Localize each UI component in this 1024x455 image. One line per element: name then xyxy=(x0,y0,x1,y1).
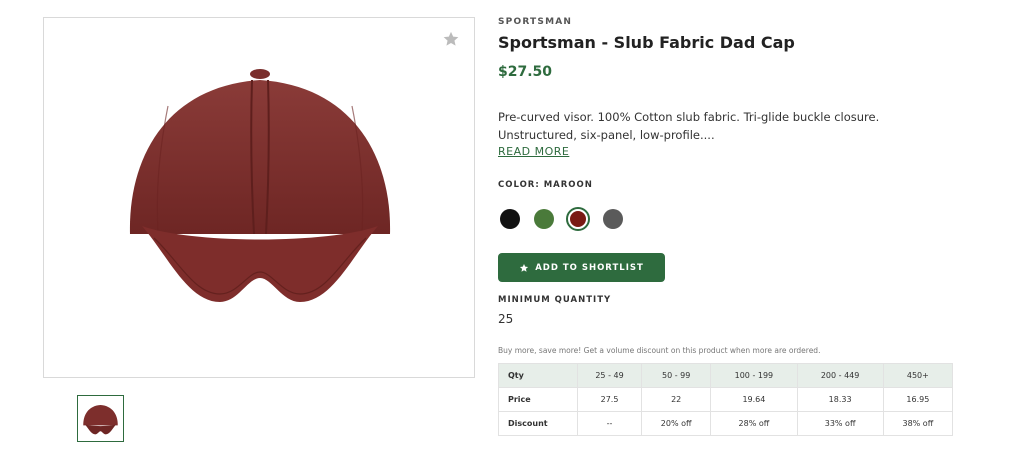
product-image-frame xyxy=(43,17,475,378)
color-label: COLOR: MAROON xyxy=(498,180,593,190)
star-icon xyxy=(520,263,529,272)
table-row: Price 27.5 22 19.64 18.33 16.95 xyxy=(498,387,954,412)
volume-discount-note: Buy more, save more! Get a volume discou… xyxy=(498,346,821,355)
color-swatches xyxy=(498,207,638,231)
minimum-quantity-label: MINIMUM QUANTITY xyxy=(498,295,612,305)
table-cell: 20% off xyxy=(641,411,712,436)
table-row-label: Discount xyxy=(498,411,578,436)
table-cell: -- xyxy=(576,411,643,436)
product-price: $27.50 xyxy=(498,64,553,80)
table-row-label: Price xyxy=(498,387,578,412)
table-row: Discount -- 20% off 28% off 33% off 38% … xyxy=(498,411,954,436)
table-cell: 19.64 xyxy=(710,387,798,412)
table-header-cell: Qty xyxy=(498,363,578,388)
table-header-cell: 450+ xyxy=(882,363,954,388)
table-header-row: Qty 25 - 49 50 - 99 100 - 199 200 - 449 … xyxy=(498,363,954,388)
shortlist-button-label: ADD TO SHORTLIST xyxy=(535,262,644,273)
product-title: Sportsman - Slub Fabric Dad Cap xyxy=(498,33,795,52)
add-to-shortlist-button[interactable]: ADD TO SHORTLIST xyxy=(498,253,665,282)
table-cell: 38% off xyxy=(882,411,954,436)
read-more-link[interactable]: READ MORE xyxy=(498,145,569,158)
brand-name: SPORTSMAN xyxy=(498,17,573,27)
product-description: Pre-curved visor. 100% Cotton slub fabri… xyxy=(498,110,880,142)
table-header-cell: 50 - 99 xyxy=(641,363,712,388)
table-header-cell: 100 - 199 xyxy=(710,363,798,388)
table-cell: 22 xyxy=(641,387,712,412)
pricing-table: Qty 25 - 49 50 - 99 100 - 199 200 - 449 … xyxy=(498,363,954,436)
thumbnail-cap-image xyxy=(83,404,118,435)
swatch-black[interactable] xyxy=(500,209,520,229)
table-header-cell: 200 - 449 xyxy=(796,363,884,388)
swatch-maroon[interactable] xyxy=(566,207,590,231)
swatch-green[interactable] xyxy=(534,209,554,229)
minimum-quantity-value: 25 xyxy=(498,312,514,326)
table-header-cell: 25 - 49 xyxy=(576,363,643,388)
swatch-gray[interactable] xyxy=(603,209,623,229)
product-image xyxy=(129,69,391,302)
table-cell: 33% off xyxy=(796,411,884,436)
table-cell: 18.33 xyxy=(796,387,884,412)
thumbnail-image[interactable] xyxy=(77,395,124,442)
table-cell: 27.5 xyxy=(576,387,643,412)
table-cell: 16.95 xyxy=(882,387,954,412)
favorite-star-icon[interactable] xyxy=(442,30,460,48)
table-cell: 28% off xyxy=(710,411,798,436)
